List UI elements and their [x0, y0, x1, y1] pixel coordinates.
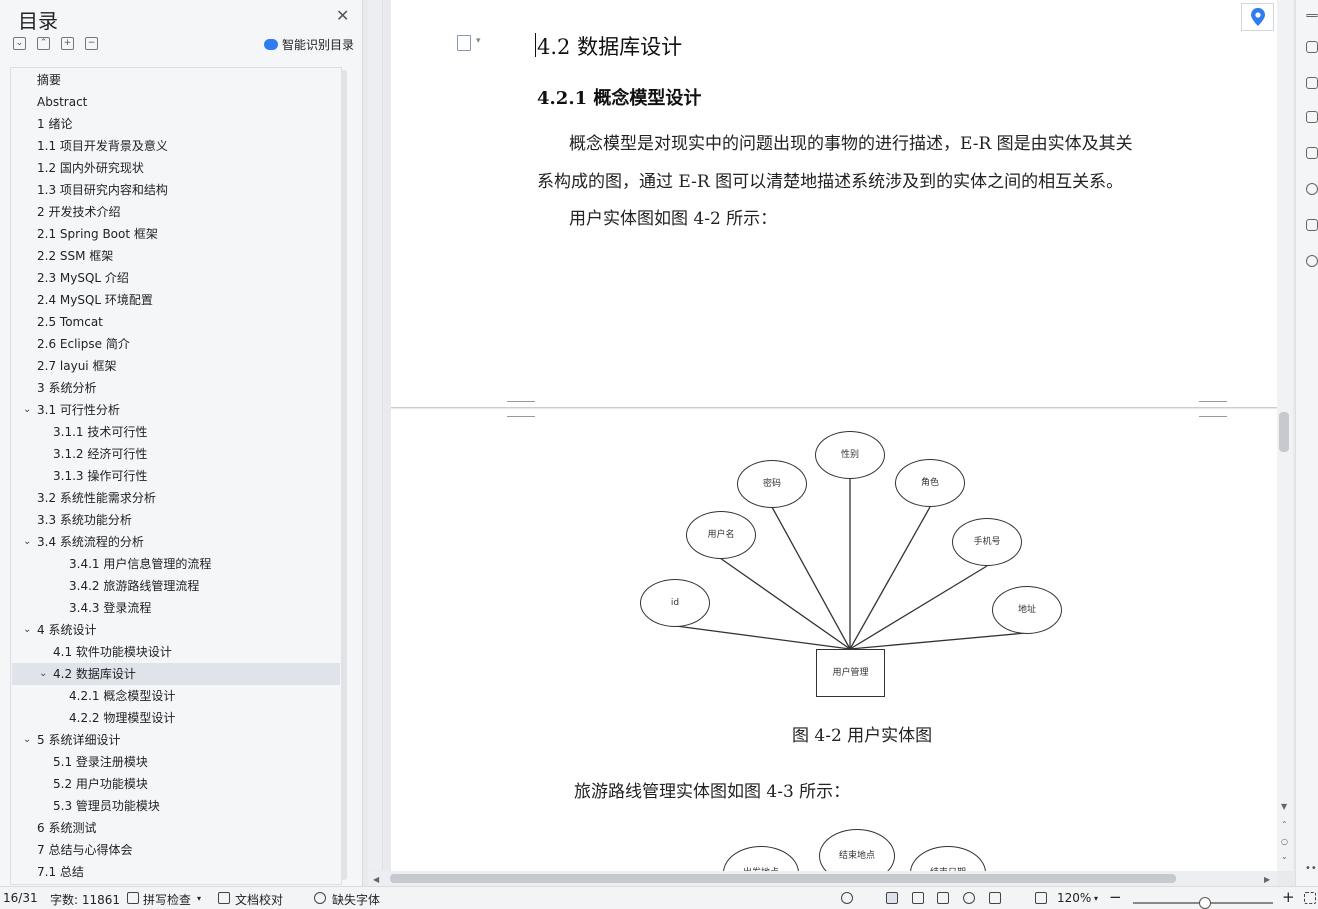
chevron-down-icon[interactable]: ▾: [1094, 894, 1098, 903]
er-attribute: 出发地点: [723, 846, 799, 871]
spell-check-icon: [127, 892, 139, 904]
zoom-level[interactable]: 120%: [1057, 891, 1091, 905]
horizontal-scroll-thumb[interactable]: [390, 874, 1176, 883]
er-attribute: 手机号: [952, 518, 1022, 566]
write-view-icon[interactable]: [989, 892, 1001, 904]
er-diagram-lines: [675, 479, 1027, 650]
spell-check-button[interactable]: 拼写检查: [143, 891, 191, 908]
outline-view-icon[interactable]: [912, 892, 924, 904]
page-indicator[interactable]: 16/31: [3, 891, 38, 905]
select-cursor-icon[interactable]: [1306, 111, 1318, 123]
er-attribute: 地址: [992, 586, 1062, 634]
read-view-icon[interactable]: [937, 892, 949, 904]
er-attribute: 角色: [895, 459, 965, 507]
er-attribute: 结束地点: [819, 829, 895, 871]
share-icon[interactable]: [1306, 255, 1318, 267]
er-entity: 用户管理: [816, 649, 885, 697]
er-attribute: 用户名: [686, 511, 756, 559]
more-icon[interactable]: •••: [1305, 863, 1318, 874]
figure-caption: 图 4-2 用户实体图: [792, 726, 933, 746]
zoom-slider-handle[interactable]: [1199, 897, 1211, 909]
image-tool-icon[interactable]: [1306, 219, 1318, 231]
page-dot-icon[interactable]: ○: [1281, 837, 1288, 846]
location-pin-icon: [1251, 8, 1265, 26]
web-view-icon[interactable]: [963, 892, 975, 904]
doc-proof-button[interactable]: 文档校对: [235, 891, 283, 908]
vertical-scroll-thumb[interactable]: [1279, 412, 1289, 452]
pen-icon[interactable]: [1306, 77, 1318, 89]
page-view-icon[interactable]: [886, 892, 898, 904]
adjust-icon[interactable]: [1306, 147, 1318, 159]
er-attribute: 密码: [737, 460, 807, 508]
zoom-in-icon[interactable]: +: [1282, 888, 1295, 906]
scroll-right-arrow-icon[interactable]: ▶: [1264, 875, 1270, 884]
font-warning-icon: [314, 892, 326, 904]
er-diagram-2: 出发地点 结束地点 结束日期: [700, 826, 1100, 871]
next-page-icon[interactable]: ⌄: [1281, 852, 1288, 861]
status-bar: 16/31 字数: 11861 拼写检查 ▾ 文档校对 缺失字体 120% ▾ …: [0, 886, 1318, 909]
er-attribute: id: [640, 579, 710, 627]
word-count[interactable]: 字数: 11861: [50, 891, 120, 908]
scroll-down-arrow-icon[interactable]: ▼: [1281, 802, 1287, 811]
zoom-out-icon[interactable]: −: [1109, 888, 1122, 906]
style-icon[interactable]: [1306, 41, 1318, 53]
chevron-down-icon[interactable]: ▾: [197, 894, 201, 903]
fit-page-icon[interactable]: [1035, 892, 1047, 904]
er-attribute: 结束日期: [910, 846, 986, 871]
missing-font-button[interactable]: 缺失字体: [332, 891, 380, 908]
er-attribute: 性别: [815, 431, 885, 479]
prev-page-icon[interactable]: ⌃: [1281, 820, 1288, 829]
scroll-left-arrow-icon[interactable]: ◀: [373, 875, 379, 884]
right-tool-rail: [1295, 0, 1318, 886]
paragraph-line: 旅游路线管理实体图如图 4-3 所示：: [574, 782, 851, 802]
location-button[interactable]: [1241, 3, 1274, 31]
menu-icon[interactable]: [1306, 14, 1318, 17]
fullscreen-icon[interactable]: [1304, 892, 1316, 904]
help-icon[interactable]: [1306, 183, 1318, 195]
doc-proof-icon: [218, 892, 230, 904]
eye-protection-icon[interactable]: [841, 892, 853, 904]
